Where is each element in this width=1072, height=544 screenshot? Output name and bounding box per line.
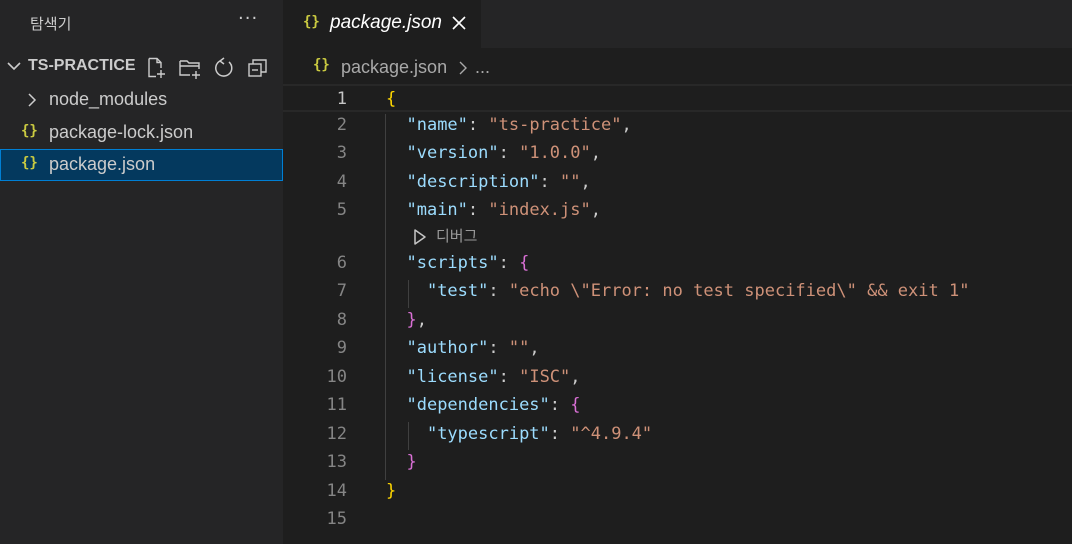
tree-item-package-lock-json[interactable]: {} package-lock.json (0, 117, 283, 149)
code-text: "scripts": { (406, 253, 530, 273)
code-text: "main": "index.js", (406, 200, 601, 220)
explorer-actions (144, 56, 270, 80)
code-text: "version": "1.0.0", (406, 143, 601, 163)
line-number: 9 (336, 338, 347, 358)
code-text: "name": "ts-practice", (406, 115, 632, 135)
code-line: 12 "typescript": "^4.9.4" (283, 421, 1072, 449)
breadcrumb-symbols[interactable]: ... (475, 57, 490, 78)
chevron-down-icon (7, 62, 21, 71)
code-text: "license": "ISC", (406, 367, 581, 387)
explorer-header: 탐색기 ··· (0, 0, 283, 48)
line-number: 8 (336, 310, 347, 330)
line-number: 6 (336, 253, 347, 273)
code-line: 2 "name": "ts-practice", (283, 112, 1072, 140)
line-number: 4 (336, 172, 347, 192)
line-number: 5 (336, 200, 347, 220)
line-number: 12 (326, 424, 347, 444)
tree-item-package-json[interactable]: {} package.json (0, 149, 283, 181)
tree-item-label: package.json (49, 154, 156, 174)
new-folder-icon[interactable] (178, 56, 202, 80)
explorer-title: 탐색기 (30, 15, 72, 33)
code-line: 13 } (283, 449, 1072, 477)
play-icon (414, 229, 426, 245)
line-number: 2 (336, 115, 347, 135)
code-line: 1 { (283, 84, 1072, 112)
code-line: 5 "main": "index.js", (283, 197, 1072, 225)
code-line: 9 "author": "", (283, 335, 1072, 363)
debug-codelens-label: 디버그 (436, 227, 478, 245)
line-number: 14 (326, 481, 347, 501)
tree-item-label: package-lock.json (49, 122, 194, 142)
editor-tab-bar: {} package.json (283, 0, 1072, 48)
more-actions-icon[interactable]: ··· (238, 8, 258, 29)
code-line: 3 "version": "1.0.0", (283, 140, 1072, 168)
tab-label: package.json (330, 12, 442, 33)
code-text: { (386, 89, 397, 109)
code-text: "test": "echo \"Error: no test specified… (426, 281, 970, 301)
code-text: } (406, 452, 417, 472)
json-file-icon: {} (21, 123, 38, 139)
close-icon[interactable] (450, 14, 468, 32)
chevron-right-icon (459, 61, 467, 75)
json-file-icon: {} (303, 14, 320, 30)
breadcrumb: {} package.json ... (283, 52, 1072, 82)
code-line: 4 "description": "", (283, 169, 1072, 197)
tree-item-label: node_modules (49, 89, 168, 109)
code-line: 8 }, (283, 307, 1072, 335)
line-number: 11 (326, 395, 347, 415)
code-line: 6 "scripts": { (283, 250, 1072, 278)
collapse-all-icon[interactable] (246, 56, 270, 80)
explorer-sidebar: 탐색기 ··· TS-PRACTICE node_modules {} pack… (0, 0, 283, 544)
debug-codelens[interactable]: 디버그 (283, 224, 1072, 248)
chevron-right-icon (28, 93, 37, 107)
code-line: 11 "dependencies": { (283, 392, 1072, 420)
refresh-icon[interactable] (212, 56, 236, 80)
json-file-icon: {} (21, 155, 38, 171)
code-line: 7 "test": "echo \"Error: no test specifi… (283, 278, 1072, 306)
workspace-name: TS-PRACTICE (28, 57, 136, 74)
code-line: 14 } (283, 478, 1072, 506)
line-number: 13 (326, 452, 347, 472)
line-number: 7 (336, 281, 347, 301)
workspace-section-header[interactable]: TS-PRACTICE (0, 52, 283, 82)
code-line: 10 "license": "ISC", (283, 364, 1072, 392)
tab-package-json[interactable]: {} package.json (283, 0, 481, 48)
line-number: 15 (326, 509, 347, 529)
new-file-icon[interactable] (144, 56, 168, 80)
code-text: "author": "", (406, 338, 540, 358)
line-number: 3 (336, 143, 347, 163)
code-text: }, (406, 310, 427, 330)
breadcrumb-file[interactable]: package.json (341, 57, 447, 78)
line-number: 10 (326, 367, 347, 387)
json-file-icon: {} (313, 57, 330, 73)
code-text: "description": "", (406, 172, 591, 192)
code-text: "typescript": "^4.9.4" (426, 424, 653, 444)
code-text: "dependencies": { (406, 395, 581, 415)
line-number: 1 (336, 89, 347, 109)
code-line: 15 (283, 506, 1072, 534)
code-text: } (386, 481, 397, 501)
tree-item-node-modules[interactable]: node_modules (0, 84, 283, 116)
